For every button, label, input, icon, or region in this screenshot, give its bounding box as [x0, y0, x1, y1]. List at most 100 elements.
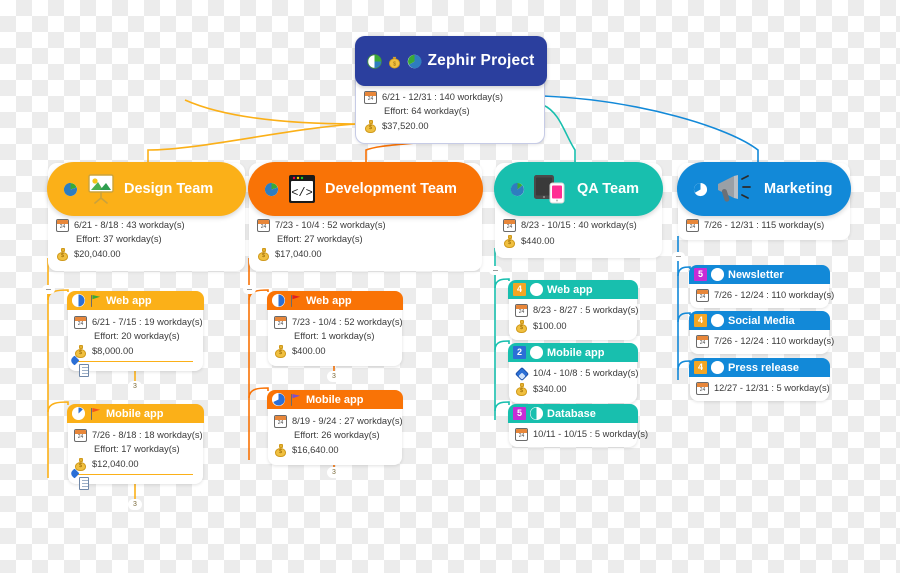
root-cost: $37,520.00 — [382, 121, 429, 131]
task-header[interactable]: Mobile app — [67, 404, 204, 423]
task-badge: 2 — [513, 346, 526, 359]
team-dates-design: 6/21 - 8/18 : 43 workday(s) — [74, 220, 185, 230]
task-badge: 4 — [694, 361, 707, 374]
task-cost-row: $ $400.00 — [274, 345, 394, 358]
root-title: Zephir Project — [427, 52, 535, 69]
quarter-pie-icon — [72, 407, 85, 420]
circle-empty-icon — [711, 314, 724, 327]
node-team-marketing[interactable]: Marketing 24 7/26 - 12/31 : 115 workday(… — [677, 162, 851, 240]
task-date-row: 24 7/23 - 10/4 : 52 workday(s) — [274, 316, 403, 329]
pie-icon — [272, 393, 285, 406]
team-dates-qa: 8/23 - 10/15 : 40 workday(s) — [521, 220, 637, 230]
task-header[interactable]: 2 Mobile app — [508, 343, 638, 362]
task-cost-row: $ $100.00 — [515, 320, 629, 333]
task-dates: 6/21 - 7/15 : 19 workday(s) — [92, 317, 203, 327]
team-header-marketing[interactable]: Marketing — [677, 162, 851, 216]
task-title: Press release — [728, 361, 799, 374]
collapse-handle-qa[interactable] — [489, 266, 502, 275]
progress-pie-icon — [510, 182, 525, 197]
task-date-row: 24 7/26 - 12/24 : 110 workday(s) — [696, 289, 834, 302]
task-header[interactable]: Mobile app — [267, 390, 403, 409]
money-bag-icon: $ — [364, 120, 377, 133]
task-effort: Effort: 20 workday(s) — [94, 331, 180, 341]
task-cost: $16,640.00 — [292, 445, 339, 455]
node-team-design[interactable]: Design Team 24 6/21 - 8/18 : 43 workday(… — [47, 162, 246, 271]
node-task-dev-webapp[interactable]: Web app 24 7/23 - 10/4 : 52 workday(s) E… — [267, 291, 403, 366]
progress-pie-icon — [693, 182, 708, 197]
node-team-qa[interactable]: QA Team 24 8/23 - 10/15 : 40 workday(s) … — [494, 162, 663, 258]
calendar-icon: 24 — [56, 219, 69, 232]
task-cost-row: $ $340.00 — [515, 383, 629, 396]
team-title-qa: QA Team — [577, 181, 640, 197]
task-dates: 7/26 - 8/18 : 18 workday(s) — [92, 430, 203, 440]
task-date-row: 24 6/21 - 7/15 : 19 workday(s) — [74, 316, 203, 329]
node-task-newsletter[interactable]: 5 Newsletter 24 7/26 - 12/24 : 110 workd… — [689, 265, 834, 308]
team-header-qa[interactable]: QA Team — [494, 162, 663, 216]
team-dates-development: 7/23 - 10/4 : 52 workday(s) — [275, 220, 386, 230]
team-header-development[interactable]: </> Development Team — [248, 162, 483, 216]
task-header[interactable]: 4 Web app — [508, 280, 638, 299]
task-title: Web app — [306, 294, 352, 307]
team-effort-development: Effort: 27 workday(s) — [277, 234, 363, 244]
half-pie-icon — [272, 294, 285, 307]
team-header-design[interactable]: Design Team — [47, 162, 246, 216]
task-badge: 4 — [694, 314, 707, 327]
node-task-press-release[interactable]: 4 Press release 24 12/27 - 12/31 : 5 wor… — [689, 358, 830, 401]
half-pie-icon — [72, 294, 85, 307]
root-header[interactable]: $ Zephir Project — [355, 36, 547, 86]
node-task-dev-mobileapp[interactable]: Mobile app 24 8/19 - 9/24 : 27 workday(s… — [267, 390, 403, 465]
task-header[interactable]: Web app — [67, 291, 204, 310]
milestone-diamond-icon — [514, 366, 529, 381]
node-task-qa-webapp[interactable]: 4 Web app 24 8/23 - 8/27 : 5 workday(s) … — [508, 280, 638, 340]
purple-flag-icon — [289, 393, 302, 406]
task-count-marker: 3 — [327, 467, 341, 478]
task-badge: 5 — [694, 268, 707, 281]
node-team-development[interactable]: </> Development Team 24 7/23 - 10/4 : 52… — [248, 162, 483, 271]
task-title: Social Media — [728, 314, 795, 327]
task-title: Database — [547, 407, 596, 420]
circle-empty-icon — [711, 361, 724, 374]
task-cost: $8,000.00 — [92, 346, 134, 356]
devices-icon — [531, 173, 571, 205]
task-header[interactable]: Web app — [267, 291, 403, 310]
team-cost-row: $ $440.00 — [503, 235, 652, 248]
node-task-social-media[interactable]: 4 Social Media 24 7/26 - 12/24 : 110 wor… — [689, 311, 834, 354]
node-task-qa-database[interactable]: 5 Database 24 10/11 - 10/15 : 5 workday(… — [508, 404, 648, 447]
root-cost-row: $ $37,520.00 — [364, 120, 534, 133]
task-dates: 10/4 - 10/8 : 5 workday(s) — [533, 368, 639, 378]
task-title: Newsletter — [728, 268, 784, 281]
task-title: Mobile app — [547, 346, 605, 359]
node-task-design-webapp[interactable]: Web app 24 6/21 - 7/15 : 19 workday(s) E… — [67, 291, 204, 377]
calendar-icon: 24 — [364, 91, 377, 104]
task-header[interactable]: 4 Press release — [689, 358, 830, 377]
calendar-icon: 24 — [686, 219, 699, 232]
money-bag-icon: $ — [515, 320, 528, 333]
task-header[interactable]: 5 Database — [508, 404, 638, 423]
task-header[interactable]: 4 Social Media — [689, 311, 830, 330]
task-cost-row: $ $12,040.00 — [74, 458, 195, 471]
task-badge: 4 — [513, 283, 526, 296]
collapse-handle-marketing[interactable] — [672, 252, 685, 261]
task-header[interactable]: 5 Newsletter — [689, 265, 830, 284]
task-title: Web app — [106, 294, 152, 307]
task-count-marker: 3 — [327, 371, 341, 382]
calendar-icon: 24 — [515, 304, 528, 317]
task-date-row: 24 8/23 - 8/27 : 5 workday(s) — [515, 304, 638, 317]
collapse-handle-design[interactable] — [42, 285, 55, 294]
collapse-handle-development[interactable] — [243, 285, 256, 294]
team-dates-marketing: 7/26 - 12/31 : 115 workday(s) — [704, 220, 825, 230]
task-date-row: 24 7/26 - 8/18 : 18 workday(s) — [74, 429, 203, 442]
node-task-qa-mobileapp[interactable]: 2 Mobile app 10/4 - 10/8 : 5 workday(s) … — [508, 343, 638, 403]
team-date-row: 24 6/21 - 8/18 : 43 workday(s) — [56, 219, 235, 232]
calendar-icon: 24 — [74, 429, 87, 442]
task-date-row: 10/4 - 10/8 : 5 workday(s) — [514, 366, 638, 381]
root-effort: Effort: 64 workday(s) — [384, 106, 470, 116]
money-bag-icon: $ — [274, 345, 287, 358]
node-task-design-mobileapp[interactable]: Mobile app 24 7/26 - 8/18 : 18 workday(s… — [67, 404, 204, 490]
node-root[interactable]: $ Zephir Project 24 6/21 - 12/31 : 140 w… — [355, 36, 547, 144]
team-cost-qa: $440.00 — [521, 236, 555, 246]
team-cost-design: $20,040.00 — [74, 249, 121, 259]
task-date-row: 24 12/27 - 12/31 : 5 workday(s) — [696, 382, 830, 395]
money-bag-icon: $ — [503, 235, 516, 248]
root-body: 24 6/21 - 12/31 : 140 workday(s) Effort:… — [356, 85, 544, 143]
